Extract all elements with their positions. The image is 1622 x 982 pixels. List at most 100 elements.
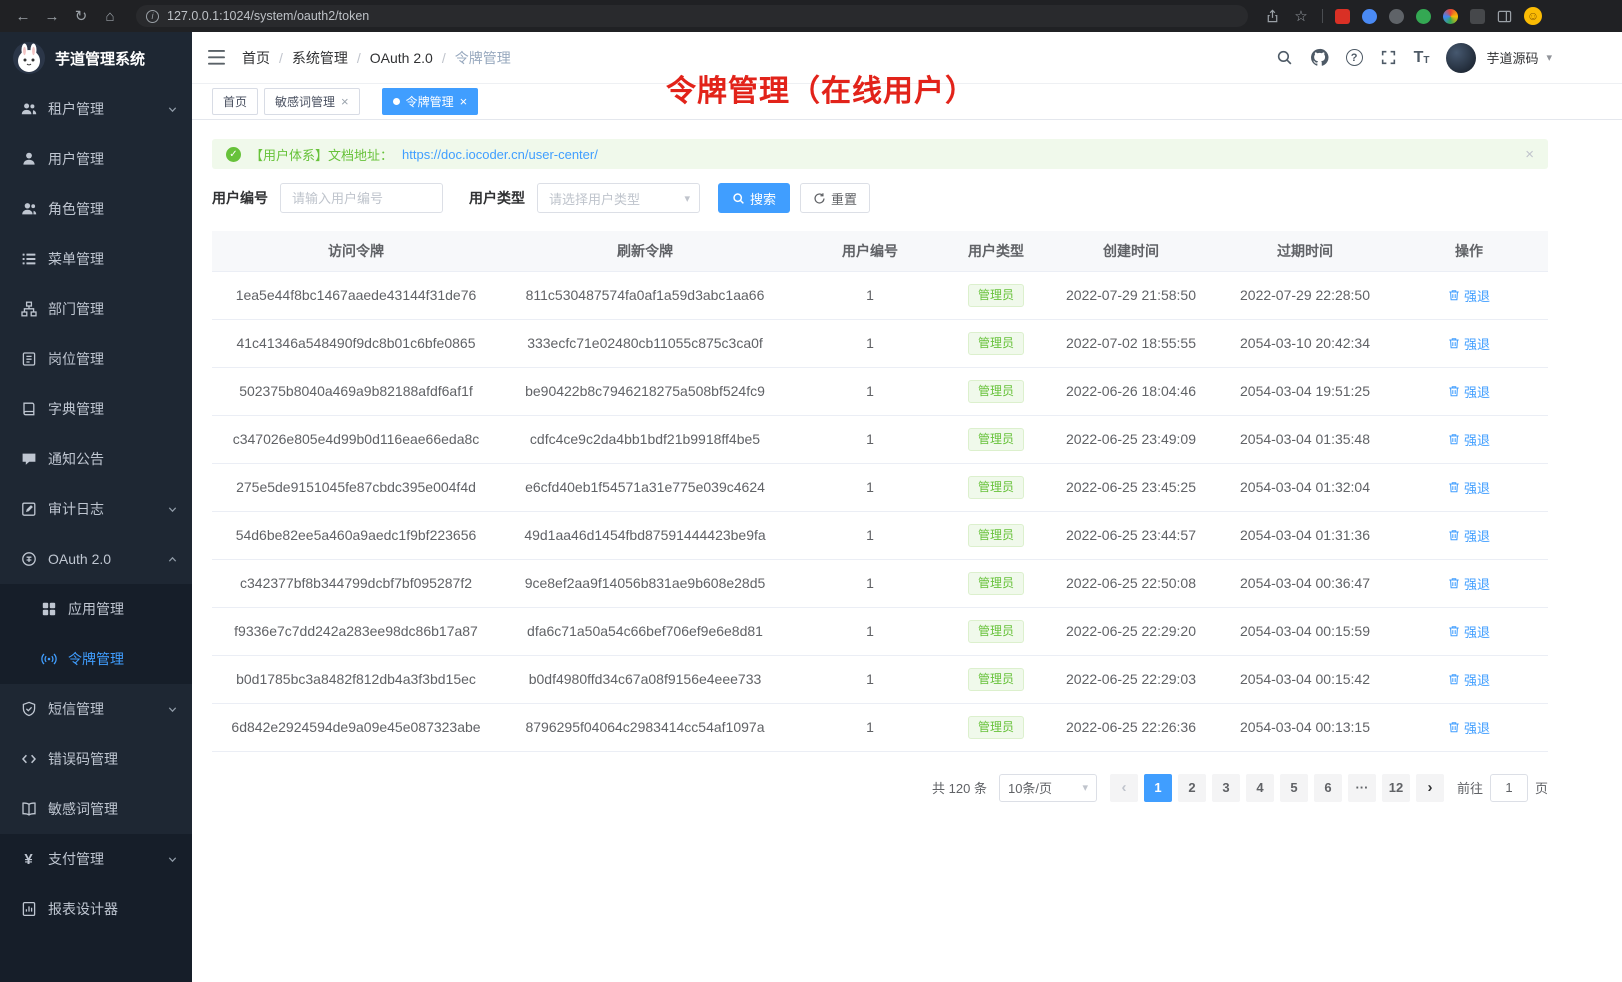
extension-icon[interactable] (1443, 9, 1458, 24)
sidebar-item-dept[interactable]: 部门管理 (0, 284, 192, 334)
sidebar-item-menu[interactable]: 菜单管理 (0, 234, 192, 284)
bookmark-star-icon[interactable]: ☆ (1292, 9, 1310, 24)
close-icon[interactable]: × (460, 95, 468, 108)
chevron-down-icon: ▾ (1082, 781, 1088, 794)
sidebar-item-error-code[interactable]: 错误码管理 (0, 734, 192, 784)
extension-icon[interactable] (1470, 9, 1485, 24)
sidebar-item-oauth-token[interactable]: 令牌管理 (0, 634, 192, 684)
goto-page-input[interactable] (1490, 774, 1528, 802)
expire-time-value: 2054-03-04 00:36:47 (1240, 575, 1370, 591)
user-type-badge: 管理员 (968, 380, 1024, 403)
broadcast-token-icon (40, 651, 57, 667)
forward-icon[interactable]: → (43, 9, 61, 24)
tab-home[interactable]: 首页 (212, 88, 258, 115)
search-button[interactable]: 搜索 (718, 183, 790, 213)
sidebar-item-dict[interactable]: 字典管理 (0, 384, 192, 434)
sidebar-item-sensitive-word[interactable]: 敏感词管理 (0, 784, 192, 834)
force-logout-button[interactable]: 强退 (1448, 718, 1490, 737)
logo-avatar (13, 42, 45, 74)
doc-link[interactable]: https://doc.iocoder.cn/user-center/ (402, 147, 598, 162)
sidebar-toggle-icon[interactable] (208, 50, 225, 65)
page-button[interactable]: 12 (1382, 774, 1410, 802)
home-icon[interactable]: ⌂ (101, 9, 119, 24)
github-icon[interactable] (1310, 48, 1329, 67)
force-logout-button[interactable]: 强退 (1448, 574, 1490, 593)
sidebar-item-tenant[interactable]: 租户管理 (0, 84, 192, 134)
page-button[interactable]: 5 (1280, 774, 1308, 802)
extension-icon[interactable] (1389, 9, 1404, 24)
font-size-icon[interactable]: TT (1414, 50, 1430, 66)
app-title: 芋道管理系统 (55, 48, 145, 69)
extension-icon[interactable] (1416, 9, 1431, 24)
help-icon[interactable]: ? (1346, 49, 1363, 66)
force-logout-button[interactable]: 强退 (1448, 670, 1490, 689)
side-panel-icon[interactable] (1497, 9, 1512, 24)
expire-time-value: 2054-03-04 19:51:25 (1240, 383, 1370, 399)
page-button[interactable]: 6 (1314, 774, 1342, 802)
tab-sensitive-word[interactable]: 敏感词管理 × (264, 88, 360, 115)
user-id-input[interactable] (280, 183, 443, 213)
page-button[interactable]: 1 (1144, 774, 1172, 802)
sidebar-item-user[interactable]: 用户管理 (0, 134, 192, 184)
user-name[interactable]: 芋道源码 (1486, 48, 1538, 67)
table-row: b0d1785bc3a8482f812db4a3f3bd15ec b0df498… (212, 655, 1548, 703)
breadcrumb-home[interactable]: 首页 (242, 48, 270, 68)
access-token-value: 6d842e2924594de9a09e45e087323abe (231, 719, 480, 735)
breadcrumb-current: 令牌管理 (455, 48, 511, 68)
url-text: 127.0.0.1:1024/system/oauth2/token (167, 9, 369, 23)
breadcrumb-oauth[interactable]: OAuth 2.0 (370, 50, 433, 66)
force-logout-button[interactable]: 强退 (1448, 286, 1490, 305)
site-info-icon[interactable]: i (146, 10, 159, 23)
force-logout-button[interactable]: 强退 (1448, 430, 1490, 449)
browser-profile-avatar[interactable]: ☺ (1524, 7, 1542, 25)
sidebar-item-oauth-app[interactable]: 应用管理 (0, 584, 192, 634)
sidebar-item-sms[interactable]: 短信管理 (0, 684, 192, 734)
chevron-up-icon (167, 554, 178, 565)
page-button[interactable]: 2 (1178, 774, 1206, 802)
sidebar-item-oauth[interactable]: OAuth 2.0 (0, 534, 192, 584)
user-avatar[interactable] (1446, 43, 1476, 73)
refresh-token-value: 333ecfc71e02480cb11055c875c3ca0f (527, 335, 763, 351)
sidebar-item-role[interactable]: 角色管理 (0, 184, 192, 234)
table-row: 54d6be82ee5a460a9aedc1f9bf223656 49d1aa4… (212, 511, 1548, 559)
sidebar-item-audit-log[interactable]: 审计日志 (0, 484, 192, 534)
extension-icon[interactable] (1362, 9, 1377, 24)
force-logout-button[interactable]: 强退 (1448, 382, 1490, 401)
user-type-badge: 管理员 (968, 332, 1024, 355)
user-menu-caret-icon[interactable]: ▾ (1546, 51, 1552, 64)
close-icon[interactable]: × (341, 95, 349, 108)
chevron-down-icon (167, 504, 178, 515)
user-type-select[interactable]: 请选择用户类型 ▾ (537, 183, 700, 213)
more-pages-button[interactable]: ··· (1348, 774, 1376, 802)
next-page-button[interactable]: › (1416, 774, 1444, 802)
fullscreen-icon[interactable] (1380, 49, 1397, 66)
force-logout-button[interactable]: 强退 (1448, 622, 1490, 641)
expire-time-value: 2054-03-10 20:42:34 (1240, 335, 1370, 351)
sidebar-item-notice[interactable]: 通知公告 (0, 434, 192, 484)
sidebar-item-report-designer[interactable]: 报表设计器 (0, 884, 192, 934)
page-size-select[interactable]: 10条/页 ▾ (999, 774, 1097, 802)
force-logout-button[interactable]: 强退 (1448, 478, 1490, 497)
refresh-token-value: b0df4980ffd34c67a08f9156e4eee733 (529, 671, 762, 687)
force-logout-button[interactable]: 强退 (1448, 526, 1490, 545)
alert-close-icon[interactable]: × (1525, 147, 1534, 162)
sidebar: 芋道管理系统 租户管理 用户管理 角色管理 菜单管理 部门管理 岗位管理 字典管… (0, 32, 192, 982)
oauth-coin-icon (20, 551, 37, 567)
tab-token[interactable]: 令牌管理 × (382, 88, 479, 115)
prev-page-button[interactable]: ‹ (1110, 774, 1138, 802)
sidebar-item-payment[interactable]: ¥ 支付管理 (0, 834, 192, 884)
reset-button[interactable]: 重置 (800, 183, 870, 213)
reload-icon[interactable]: ↻ (72, 9, 90, 24)
sidebar-item-post[interactable]: 岗位管理 (0, 334, 192, 384)
extension-icon[interactable] (1335, 9, 1350, 24)
breadcrumb-system[interactable]: 系统管理 (292, 48, 348, 68)
search-icon[interactable] (1276, 49, 1293, 66)
column-header: 操作 (1390, 231, 1548, 271)
back-icon[interactable]: ← (14, 9, 32, 24)
page-button[interactable]: 3 (1212, 774, 1240, 802)
share-icon[interactable] (1265, 9, 1280, 24)
page-button[interactable]: 4 (1246, 774, 1274, 802)
column-header: 刷新令牌 (500, 231, 790, 271)
force-logout-button[interactable]: 强退 (1448, 334, 1490, 353)
address-bar[interactable]: i 127.0.0.1:1024/system/oauth2/token (136, 5, 1248, 27)
